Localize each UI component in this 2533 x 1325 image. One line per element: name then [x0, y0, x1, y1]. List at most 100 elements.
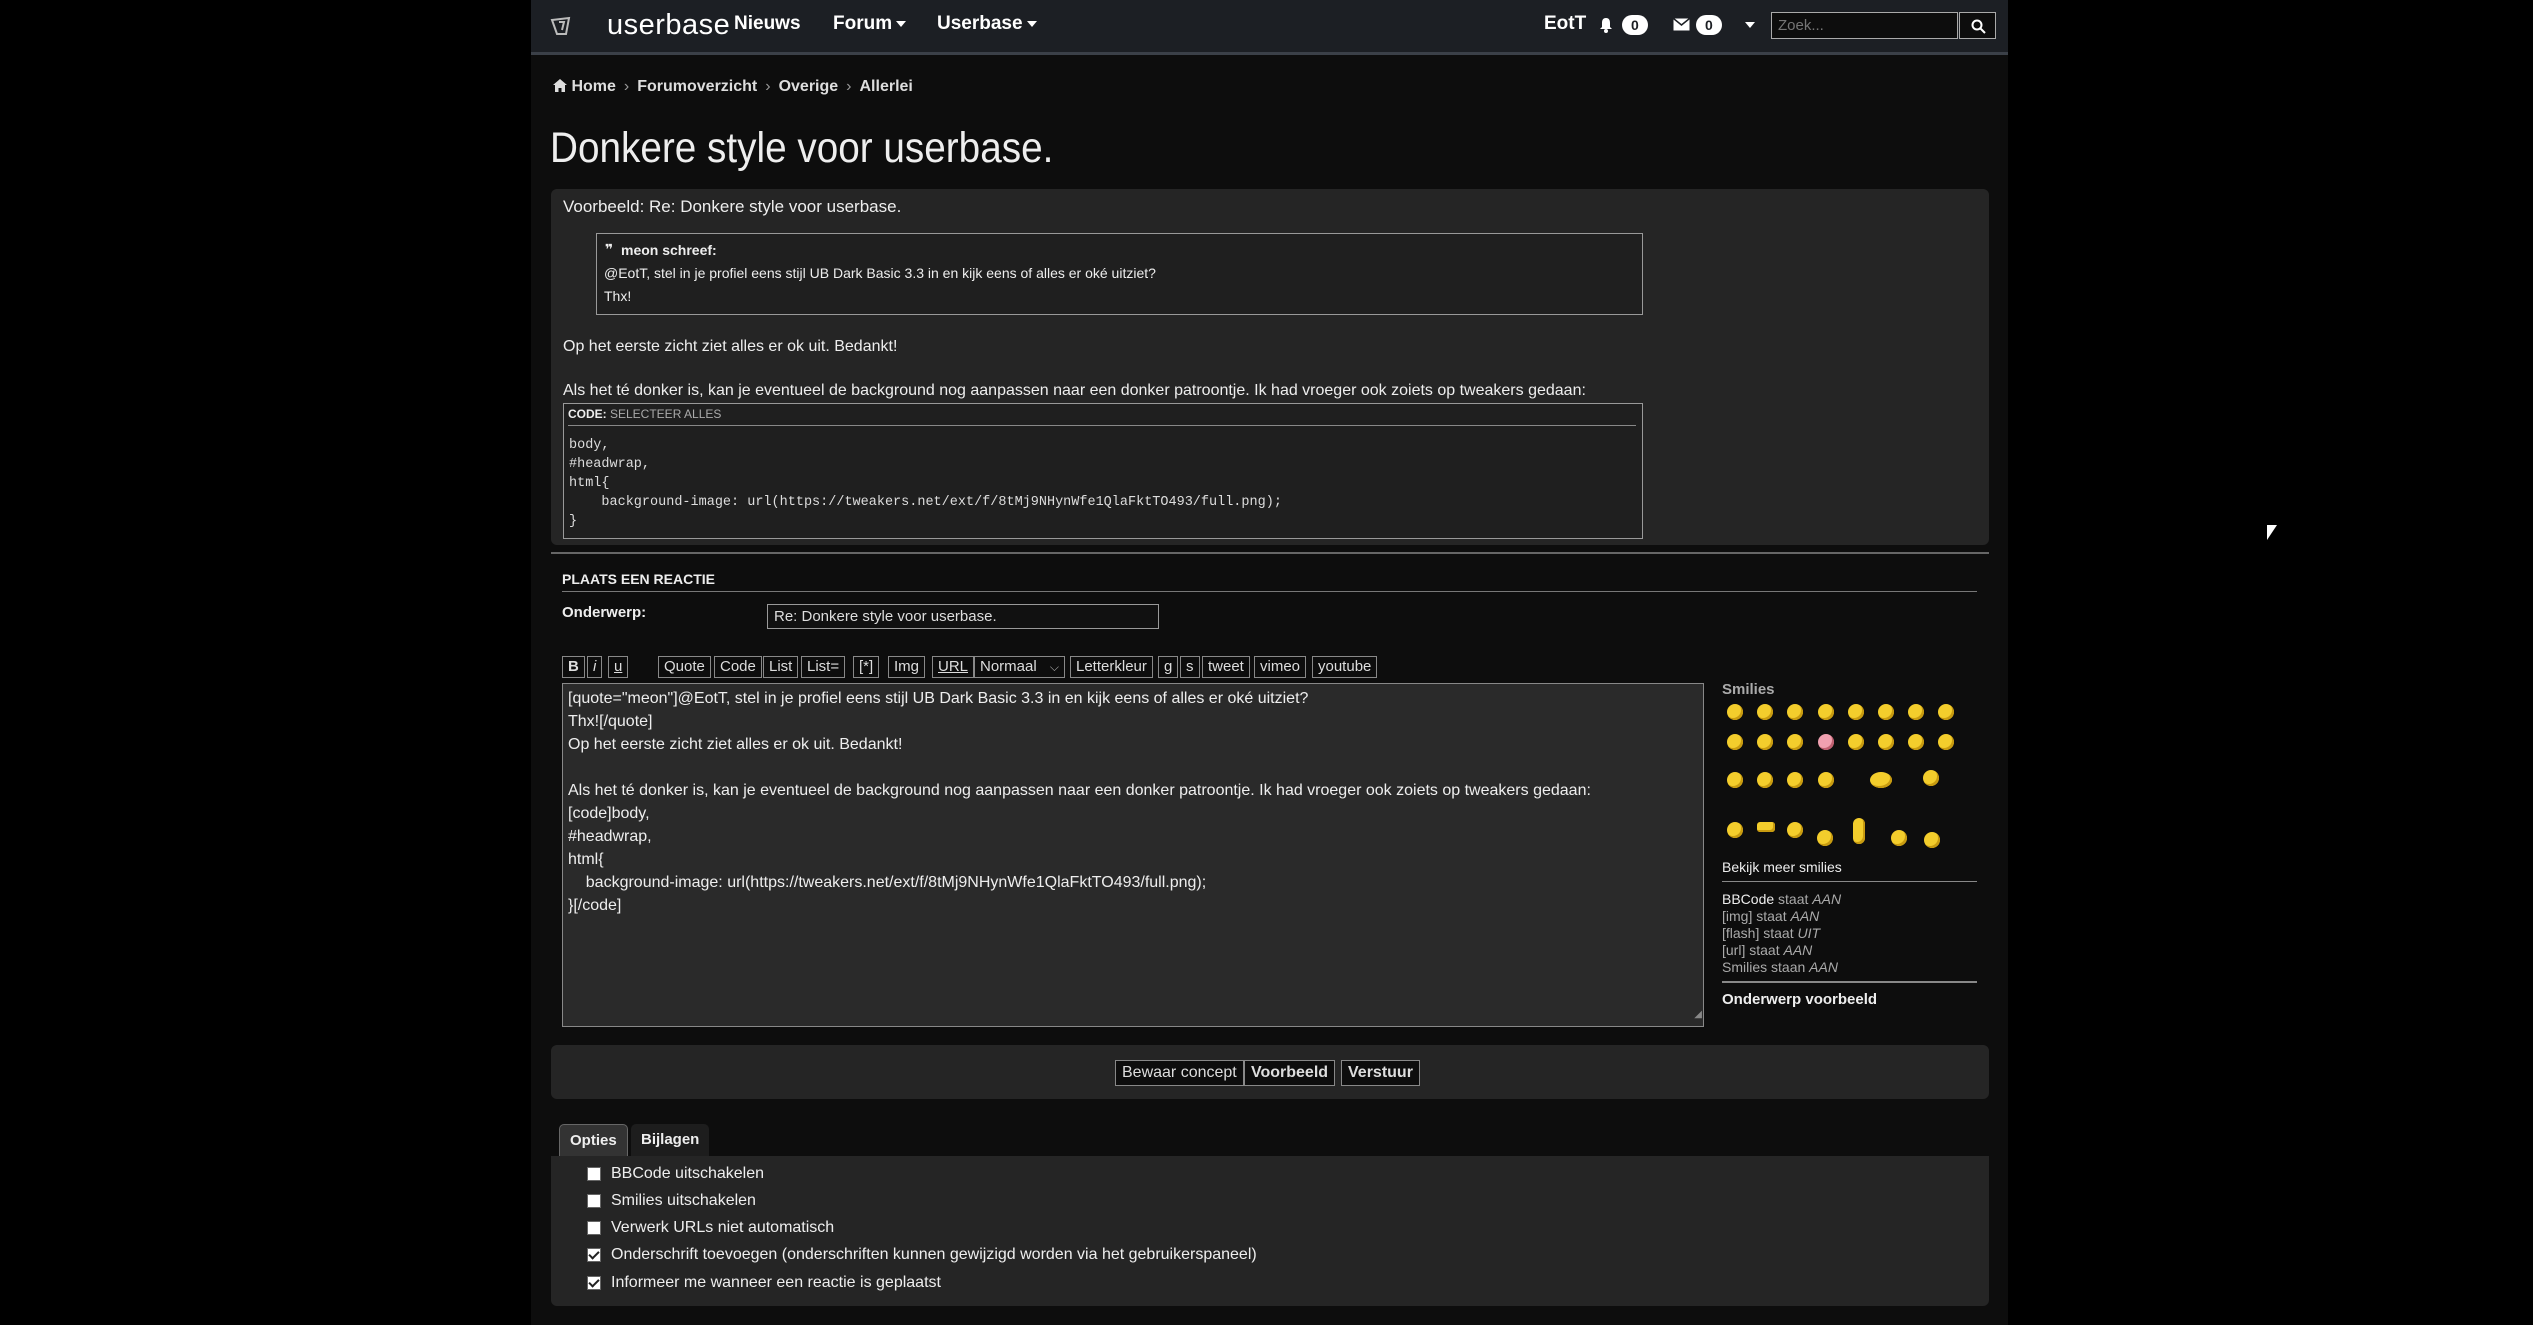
urls-no-parse-label[interactable]: Verwerk URLs niet automatisch	[611, 1219, 834, 1237]
smiley-icon[interactable]	[1923, 770, 1939, 786]
userbase-logo-icon[interactable]	[549, 14, 573, 38]
preview-heading: Voorbeeld: Re: Donkere style voor userba…	[563, 197, 902, 216]
smiley-icon[interactable]	[1818, 772, 1834, 788]
smilies-disable-checkbox[interactable]	[587, 1194, 601, 1208]
resize-handle-icon[interactable]: ◢	[1694, 1003, 1702, 1026]
smiley-icon[interactable]	[1908, 734, 1924, 750]
home-icon[interactable]	[553, 79, 567, 92]
signature-label[interactable]: Onderschrift toevoegen (onderschriften k…	[611, 1246, 1257, 1264]
smiley-icon[interactable]	[1938, 704, 1954, 720]
quote-author: meon schreef:	[621, 242, 717, 258]
smiley-icon[interactable]	[1818, 734, 1834, 750]
smiley-icon[interactable]	[1891, 830, 1907, 846]
smiley-icon[interactable]	[1727, 734, 1743, 750]
smiley-icon[interactable]	[1787, 822, 1803, 838]
smilies-disable-label[interactable]: Smilies uitschakelen	[611, 1192, 756, 1210]
youtube-button[interactable]: youtube	[1312, 656, 1378, 678]
banana-smiley-icon[interactable]	[1853, 818, 1865, 844]
tab-bijlagen[interactable]: Bijlagen	[631, 1124, 710, 1156]
preview-button[interactable]: Voorbeeld	[1244, 1060, 1336, 1086]
smiley-icon[interactable]	[1818, 704, 1834, 720]
envelope-icon[interactable]	[1673, 18, 1690, 31]
font-color-button[interactable]: Letterkleur	[1070, 656, 1153, 678]
s-button[interactable]: s	[1180, 656, 1200, 678]
status-name[interactable]: [url]	[1722, 942, 1745, 958]
submit-button[interactable]: Verstuur	[1341, 1060, 1420, 1086]
smiley-icon[interactable]	[1727, 822, 1743, 838]
username-link[interactable]: EotT	[1544, 13, 1586, 35]
status-state: AAN	[1812, 891, 1842, 907]
img-status: [img] staat AAN	[1722, 908, 1819, 924]
select-all-link[interactable]: SELECTEER ALLES	[610, 407, 721, 421]
smiley-icon[interactable]	[1757, 772, 1773, 788]
smiley-icon[interactable]	[1848, 734, 1864, 750]
status-name[interactable]: BBCode	[1722, 891, 1774, 907]
smiley-icon[interactable]	[1848, 704, 1864, 720]
smiley-icon[interactable]	[1727, 772, 1743, 788]
search-input[interactable]	[1771, 12, 1958, 39]
smiley-icon[interactable]	[1924, 832, 1940, 848]
angel-smiley-icon[interactable]	[1870, 772, 1892, 788]
urls-no-parse-checkbox[interactable]	[587, 1221, 601, 1235]
chevron-down-icon[interactable]	[1745, 22, 1755, 28]
italic-button[interactable]: i	[587, 656, 603, 678]
list-ordered-button[interactable]: List=	[801, 656, 846, 678]
smiley-icon[interactable]	[1757, 704, 1773, 720]
font-size-select[interactable]: Normaal ⌵	[974, 656, 1065, 678]
nav-item-userbase[interactable]: Userbase	[937, 13, 1037, 35]
vimeo-button[interactable]: vimeo	[1254, 656, 1307, 678]
save-draft-button[interactable]: Bewaar concept	[1115, 1060, 1244, 1086]
search-button[interactable]	[1959, 12, 1996, 39]
status-mid: staat	[1752, 908, 1791, 924]
more-smilies-link[interactable]: Bekijk meer smilies	[1722, 859, 1842, 875]
breadcrumb-allerlei[interactable]: Allerlei	[860, 78, 913, 95]
status-name[interactable]: [img]	[1722, 908, 1752, 924]
url-button[interactable]: URL	[932, 656, 975, 678]
g-button[interactable]: g	[1158, 656, 1179, 678]
breadcrumb-overige[interactable]: Overige	[779, 78, 839, 95]
editor-line: }[/code]	[568, 897, 622, 914]
tweet-button[interactable]: tweet	[1202, 656, 1250, 678]
notifications-badge[interactable]: 0	[1622, 15, 1648, 35]
quote-button[interactable]: Quote	[658, 656, 711, 678]
list-item-button[interactable]: [*]	[853, 656, 880, 678]
site-logo-text[interactable]: userbase	[607, 9, 730, 42]
smiley-icon[interactable]	[1787, 704, 1803, 720]
bbcode-disable-label[interactable]: BBCode uitschakelen	[611, 1165, 764, 1183]
code-label: CODE:	[568, 407, 607, 421]
breadcrumb-forumoverzicht[interactable]: Forumoverzicht	[637, 78, 757, 95]
status-state: AAN	[1790, 908, 1820, 924]
smiley-icon[interactable]	[1878, 734, 1894, 750]
nav-item-nieuws[interactable]: Nieuws	[734, 13, 801, 35]
smiley-icon[interactable]	[1757, 822, 1775, 832]
chevron-down-icon: ⌵	[1049, 660, 1059, 674]
smiley-icon[interactable]	[1757, 734, 1773, 750]
smiley-icon[interactable]	[1787, 734, 1803, 750]
bbcode-disable-checkbox[interactable]	[587, 1167, 601, 1181]
smiley-icon[interactable]	[1908, 704, 1924, 720]
status-name[interactable]: [flash]	[1722, 925, 1759, 941]
nav-item-forum[interactable]: Forum	[833, 13, 907, 35]
img-button[interactable]: Img	[888, 656, 926, 678]
tab-opties[interactable]: Opties	[559, 1124, 628, 1156]
smiley-icon[interactable]	[1787, 772, 1803, 788]
smiley-icon[interactable]	[1727, 704, 1743, 720]
notify-checkbox[interactable]	[587, 1276, 601, 1290]
messages-badge[interactable]: 0	[1696, 15, 1722, 35]
font-size-value: Normaal	[980, 658, 1037, 675]
smiley-icon[interactable]	[1878, 704, 1894, 720]
subject-input[interactable]	[767, 604, 1159, 629]
party-smiley-icon[interactable]	[1817, 830, 1833, 846]
status-name[interactable]: Smilies	[1722, 959, 1767, 975]
breadcrumb-home[interactable]: Home	[571, 78, 615, 95]
list-button[interactable]: List	[763, 656, 799, 678]
message-editor[interactable]: [quote="meon"]@EotT, stel in je profiel …	[562, 683, 1704, 1027]
code-button[interactable]: Code	[714, 656, 762, 678]
smiley-icon[interactable]	[1938, 734, 1954, 750]
notify-label[interactable]: Informeer me wanneer een reactie is gepl…	[611, 1274, 941, 1292]
bold-button[interactable]: B	[562, 656, 585, 678]
signature-checkbox[interactable]	[587, 1248, 601, 1262]
underline-button[interactable]: u	[608, 656, 629, 678]
page-title[interactable]: Donkere style voor userbase.	[550, 124, 1053, 173]
bell-icon[interactable]	[1599, 17, 1613, 33]
